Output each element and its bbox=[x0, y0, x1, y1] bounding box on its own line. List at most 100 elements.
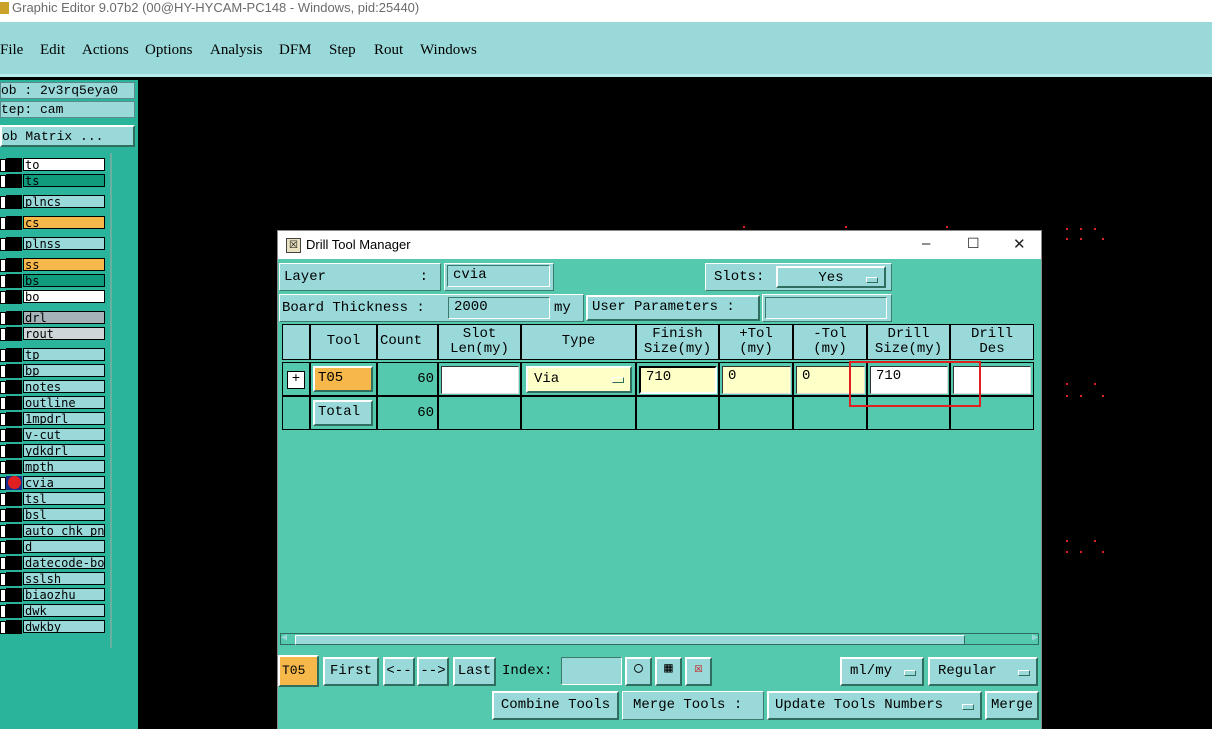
menu-file[interactable]: File bbox=[0, 42, 23, 59]
layer-row[interactable]: notes bbox=[0, 380, 110, 394]
menu-edit[interactable]: Edit bbox=[40, 42, 65, 59]
layer-row[interactable]: dwkby bbox=[0, 620, 110, 634]
header-tool: Tool bbox=[310, 324, 377, 360]
layer-name[interactable]: drl bbox=[23, 311, 105, 324]
layer-name[interactable]: bp bbox=[23, 364, 105, 377]
maximize-icon[interactable]: ☐ bbox=[967, 235, 980, 252]
layer-name[interactable]: tp bbox=[23, 348, 105, 361]
layer-row[interactable]: bo bbox=[0, 290, 110, 304]
layer-name[interactable]: dwkby bbox=[23, 620, 105, 633]
last-button[interactable]: Last bbox=[453, 657, 496, 686]
layer-name[interactable]: d bbox=[23, 540, 105, 553]
layer-row[interactable]: cs bbox=[0, 216, 110, 230]
layer-name[interactable]: plnss bbox=[23, 237, 105, 250]
layer-name[interactable]: mpth bbox=[23, 460, 105, 473]
merge-button[interactable]: Merge bbox=[985, 691, 1039, 720]
layer-name[interactable]: plncs bbox=[23, 195, 105, 208]
layer-name[interactable]: cs bbox=[23, 216, 105, 229]
layer-name[interactable]: outline bbox=[23, 396, 105, 409]
menu-step[interactable]: Step bbox=[329, 42, 356, 59]
layer-name[interactable]: cvia bbox=[23, 476, 105, 489]
close-icon[interactable]: ✕ bbox=[1013, 235, 1026, 253]
mode-dropdown[interactable]: Regular bbox=[928, 657, 1038, 686]
layer-row[interactable]: mpth bbox=[0, 460, 110, 474]
type-dropdown[interactable]: Via bbox=[526, 366, 632, 393]
layer-row[interactable]: v-cut bbox=[0, 428, 110, 442]
slot-len-input[interactable] bbox=[441, 366, 519, 394]
layer-row[interactable]: cvia bbox=[0, 476, 110, 490]
tool-button[interactable]: T05 bbox=[313, 366, 373, 392]
layer-row[interactable]: dwk bbox=[0, 604, 110, 618]
layer-row[interactable]: to bbox=[0, 158, 110, 172]
scrollbar-thumb[interactable] bbox=[295, 635, 965, 645]
layer-name[interactable]: auto_chk_pn. bbox=[23, 524, 105, 537]
layer-row[interactable]: d bbox=[0, 540, 110, 554]
layer-row[interactable]: ts bbox=[0, 174, 110, 188]
layer-row[interactable]: ss bbox=[0, 258, 110, 272]
finish-size-input[interactable]: 710 bbox=[639, 366, 717, 394]
horizontal-scrollbar[interactable]: ◀ ▶ bbox=[280, 633, 1039, 645]
layer-row[interactable]: auto_chk_pn. bbox=[0, 524, 110, 538]
board-thickness-input[interactable]: 2000 bbox=[448, 297, 550, 319]
layer-row[interactable]: datecode-bo bbox=[0, 556, 110, 570]
menu-actions[interactable]: Actions bbox=[82, 42, 129, 59]
slots-dropdown[interactable]: Yes bbox=[776, 266, 886, 288]
layer-row[interactable]: 1mpdrl bbox=[0, 412, 110, 426]
layer-row[interactable]: rout bbox=[0, 327, 110, 341]
menu-windows[interactable]: Windows bbox=[420, 42, 477, 59]
layer-name[interactable]: tsl bbox=[23, 492, 105, 505]
layer-name[interactable]: to bbox=[23, 158, 105, 171]
job-matrix-button[interactable]: ob Matrix ... bbox=[0, 125, 135, 147]
update-tools-numbers-dropdown[interactable]: Update Tools Numbers bbox=[767, 691, 982, 720]
layer-name[interactable]: ydkdrl bbox=[23, 444, 105, 457]
menu-rout[interactable]: Rout bbox=[374, 42, 403, 59]
layer-row[interactable]: bsl bbox=[0, 508, 110, 522]
minimize-icon[interactable]: – bbox=[922, 235, 930, 252]
index-input[interactable] bbox=[561, 657, 622, 685]
layer-row[interactable]: biaozhu bbox=[0, 588, 110, 602]
layer-name[interactable]: dwk bbox=[23, 604, 105, 617]
layer-status-slot bbox=[6, 508, 22, 522]
layer-name[interactable]: ss bbox=[23, 258, 105, 271]
layer-name[interactable]: 1mpdrl bbox=[23, 412, 105, 425]
layer-row[interactable]: tp bbox=[0, 348, 110, 362]
layer-row[interactable]: ydkdrl bbox=[0, 444, 110, 458]
layer-name[interactable]: bs bbox=[23, 274, 105, 287]
layer-row[interactable]: bs bbox=[0, 274, 110, 288]
image-icon[interactable]: ▦ bbox=[655, 657, 682, 686]
combine-tools-button[interactable]: Combine Tools bbox=[492, 691, 619, 720]
layer-input[interactable]: cvia bbox=[447, 265, 550, 287]
first-button[interactable]: First bbox=[323, 657, 379, 686]
layer-name[interactable]: biaozhu bbox=[23, 588, 105, 601]
layer-name[interactable]: datecode-bo bbox=[23, 556, 105, 569]
layer-row[interactable]: sslsh bbox=[0, 572, 110, 586]
row-select-cell[interactable]: + bbox=[282, 362, 310, 396]
layer-name[interactable]: v-cut bbox=[23, 428, 105, 441]
scroll-right-icon[interactable]: ▶ bbox=[1032, 634, 1038, 644]
layer-name[interactable]: ts bbox=[23, 174, 105, 187]
menu-dfm[interactable]: DFM bbox=[279, 42, 312, 59]
menu-analysis[interactable]: Analysis bbox=[210, 42, 263, 59]
crosshair-icon[interactable]: + bbox=[287, 371, 305, 389]
layer-row[interactable]: plncs bbox=[0, 195, 110, 209]
layer-row[interactable]: tsl bbox=[0, 492, 110, 506]
bulb-icon[interactable]: ◯ bbox=[625, 657, 652, 686]
layer-name[interactable]: sslsh bbox=[23, 572, 105, 585]
layer-name[interactable]: rout bbox=[23, 327, 105, 340]
layer-row[interactable]: bp bbox=[0, 364, 110, 378]
layer-name[interactable]: bsl bbox=[23, 508, 105, 521]
layer-name[interactable]: bo bbox=[23, 290, 105, 303]
plus-tol-input[interactable]: 0 bbox=[722, 366, 791, 394]
units-dropdown[interactable]: ml/my bbox=[840, 657, 924, 686]
prev-button[interactable]: <-- bbox=[383, 657, 415, 686]
layer-row[interactable]: drl bbox=[0, 311, 110, 325]
next-button[interactable]: --> bbox=[417, 657, 449, 686]
user-params-input[interactable] bbox=[765, 297, 887, 319]
scroll-left-icon[interactable]: ◀ bbox=[281, 634, 287, 644]
layer-name[interactable]: notes bbox=[23, 380, 105, 393]
layer-row[interactable]: outline bbox=[0, 396, 110, 410]
menu-options[interactable]: Options bbox=[145, 42, 193, 59]
layer-row[interactable]: plnss bbox=[0, 237, 110, 251]
user-parameters-button[interactable]: User Parameters : bbox=[586, 295, 760, 321]
delete-icon[interactable]: ☒ bbox=[685, 657, 712, 686]
